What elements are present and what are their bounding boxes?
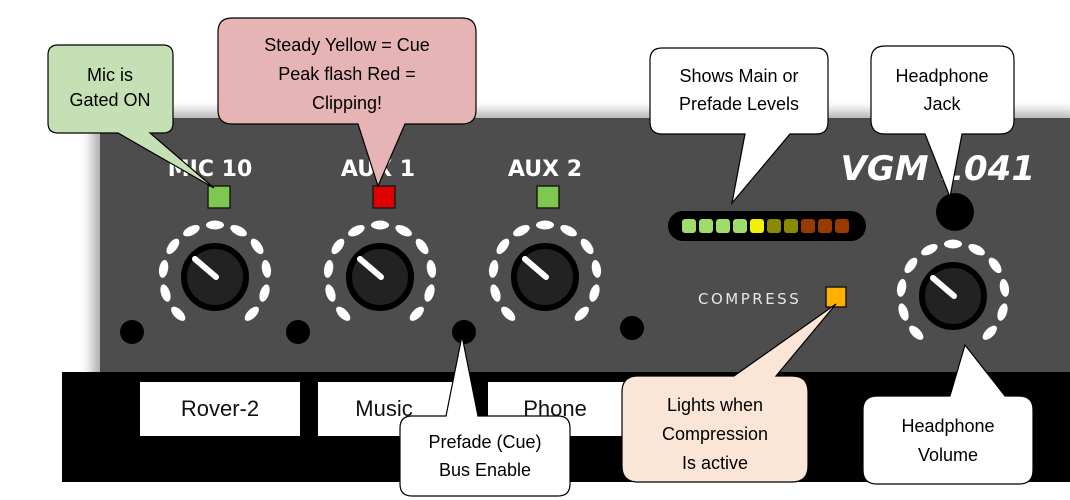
strip-label-music: Music xyxy=(355,396,412,421)
callout-compression-line-1: Lights when xyxy=(667,395,763,415)
meter-segment xyxy=(699,219,713,233)
prefade-button-1[interactable] xyxy=(120,320,144,344)
meter-segment xyxy=(818,219,832,233)
callout-jack-line-1: Headphone xyxy=(895,66,988,86)
headphone-jack[interactable] xyxy=(936,193,974,231)
prefade-button-2[interactable] xyxy=(286,320,310,344)
callout-meter-line-1: Shows Main or xyxy=(679,66,798,86)
callout-gated-line-2: Gated ON xyxy=(69,90,150,110)
callout-gated-line-1: Mic is xyxy=(87,65,133,85)
compress-label: COMPRESS xyxy=(698,290,801,308)
callout-meter-line-2: Prefade Levels xyxy=(679,94,799,114)
callout-volume-line-1: Headphone xyxy=(901,416,994,436)
knob-tick xyxy=(944,239,962,249)
callout-compression-line-2: Compression xyxy=(662,424,768,444)
meter-segment xyxy=(733,219,747,233)
strip-label-rover-2: Rover-2 xyxy=(181,396,259,421)
meter-segment xyxy=(801,219,815,233)
meter-segment xyxy=(767,219,781,233)
prefade-button-3[interactable] xyxy=(452,320,476,344)
meter-segment xyxy=(835,219,849,233)
callout-compression-line-3: Is active xyxy=(682,453,748,473)
gate-led-mic-10 xyxy=(207,185,231,209)
meter-segment xyxy=(750,219,764,233)
knob-tick xyxy=(206,220,224,230)
callout-jack-line-2: Jack xyxy=(923,94,961,114)
knob-tick xyxy=(371,220,389,230)
mixer-panel-diagram: MIC 10 AUX 1 AUX 2 VGM 1041 COMPRESS Rov… xyxy=(47,17,1070,497)
meter-segment xyxy=(716,219,730,233)
cue-led-aux-1 xyxy=(372,185,396,209)
knob-tick xyxy=(536,220,554,230)
callout-prefade-line-1: Prefade (Cue) xyxy=(428,432,541,452)
callout-prefade-line-2: Bus Enable xyxy=(439,460,531,480)
callout-volume-line-2: Volume xyxy=(918,445,978,465)
callout-cue-line-2: Peak flash Red = xyxy=(278,64,416,84)
meter-segment xyxy=(682,219,696,233)
prefade-button-4[interactable] xyxy=(620,316,644,340)
cue-led-aux-2 xyxy=(536,185,560,209)
callout-cue-line-1: Steady Yellow = Cue xyxy=(264,35,430,55)
meter-segment xyxy=(784,219,798,233)
callout-cue-line-3: Clipping! xyxy=(312,93,382,113)
channel-label-aux-2: AUX 2 xyxy=(508,157,582,182)
